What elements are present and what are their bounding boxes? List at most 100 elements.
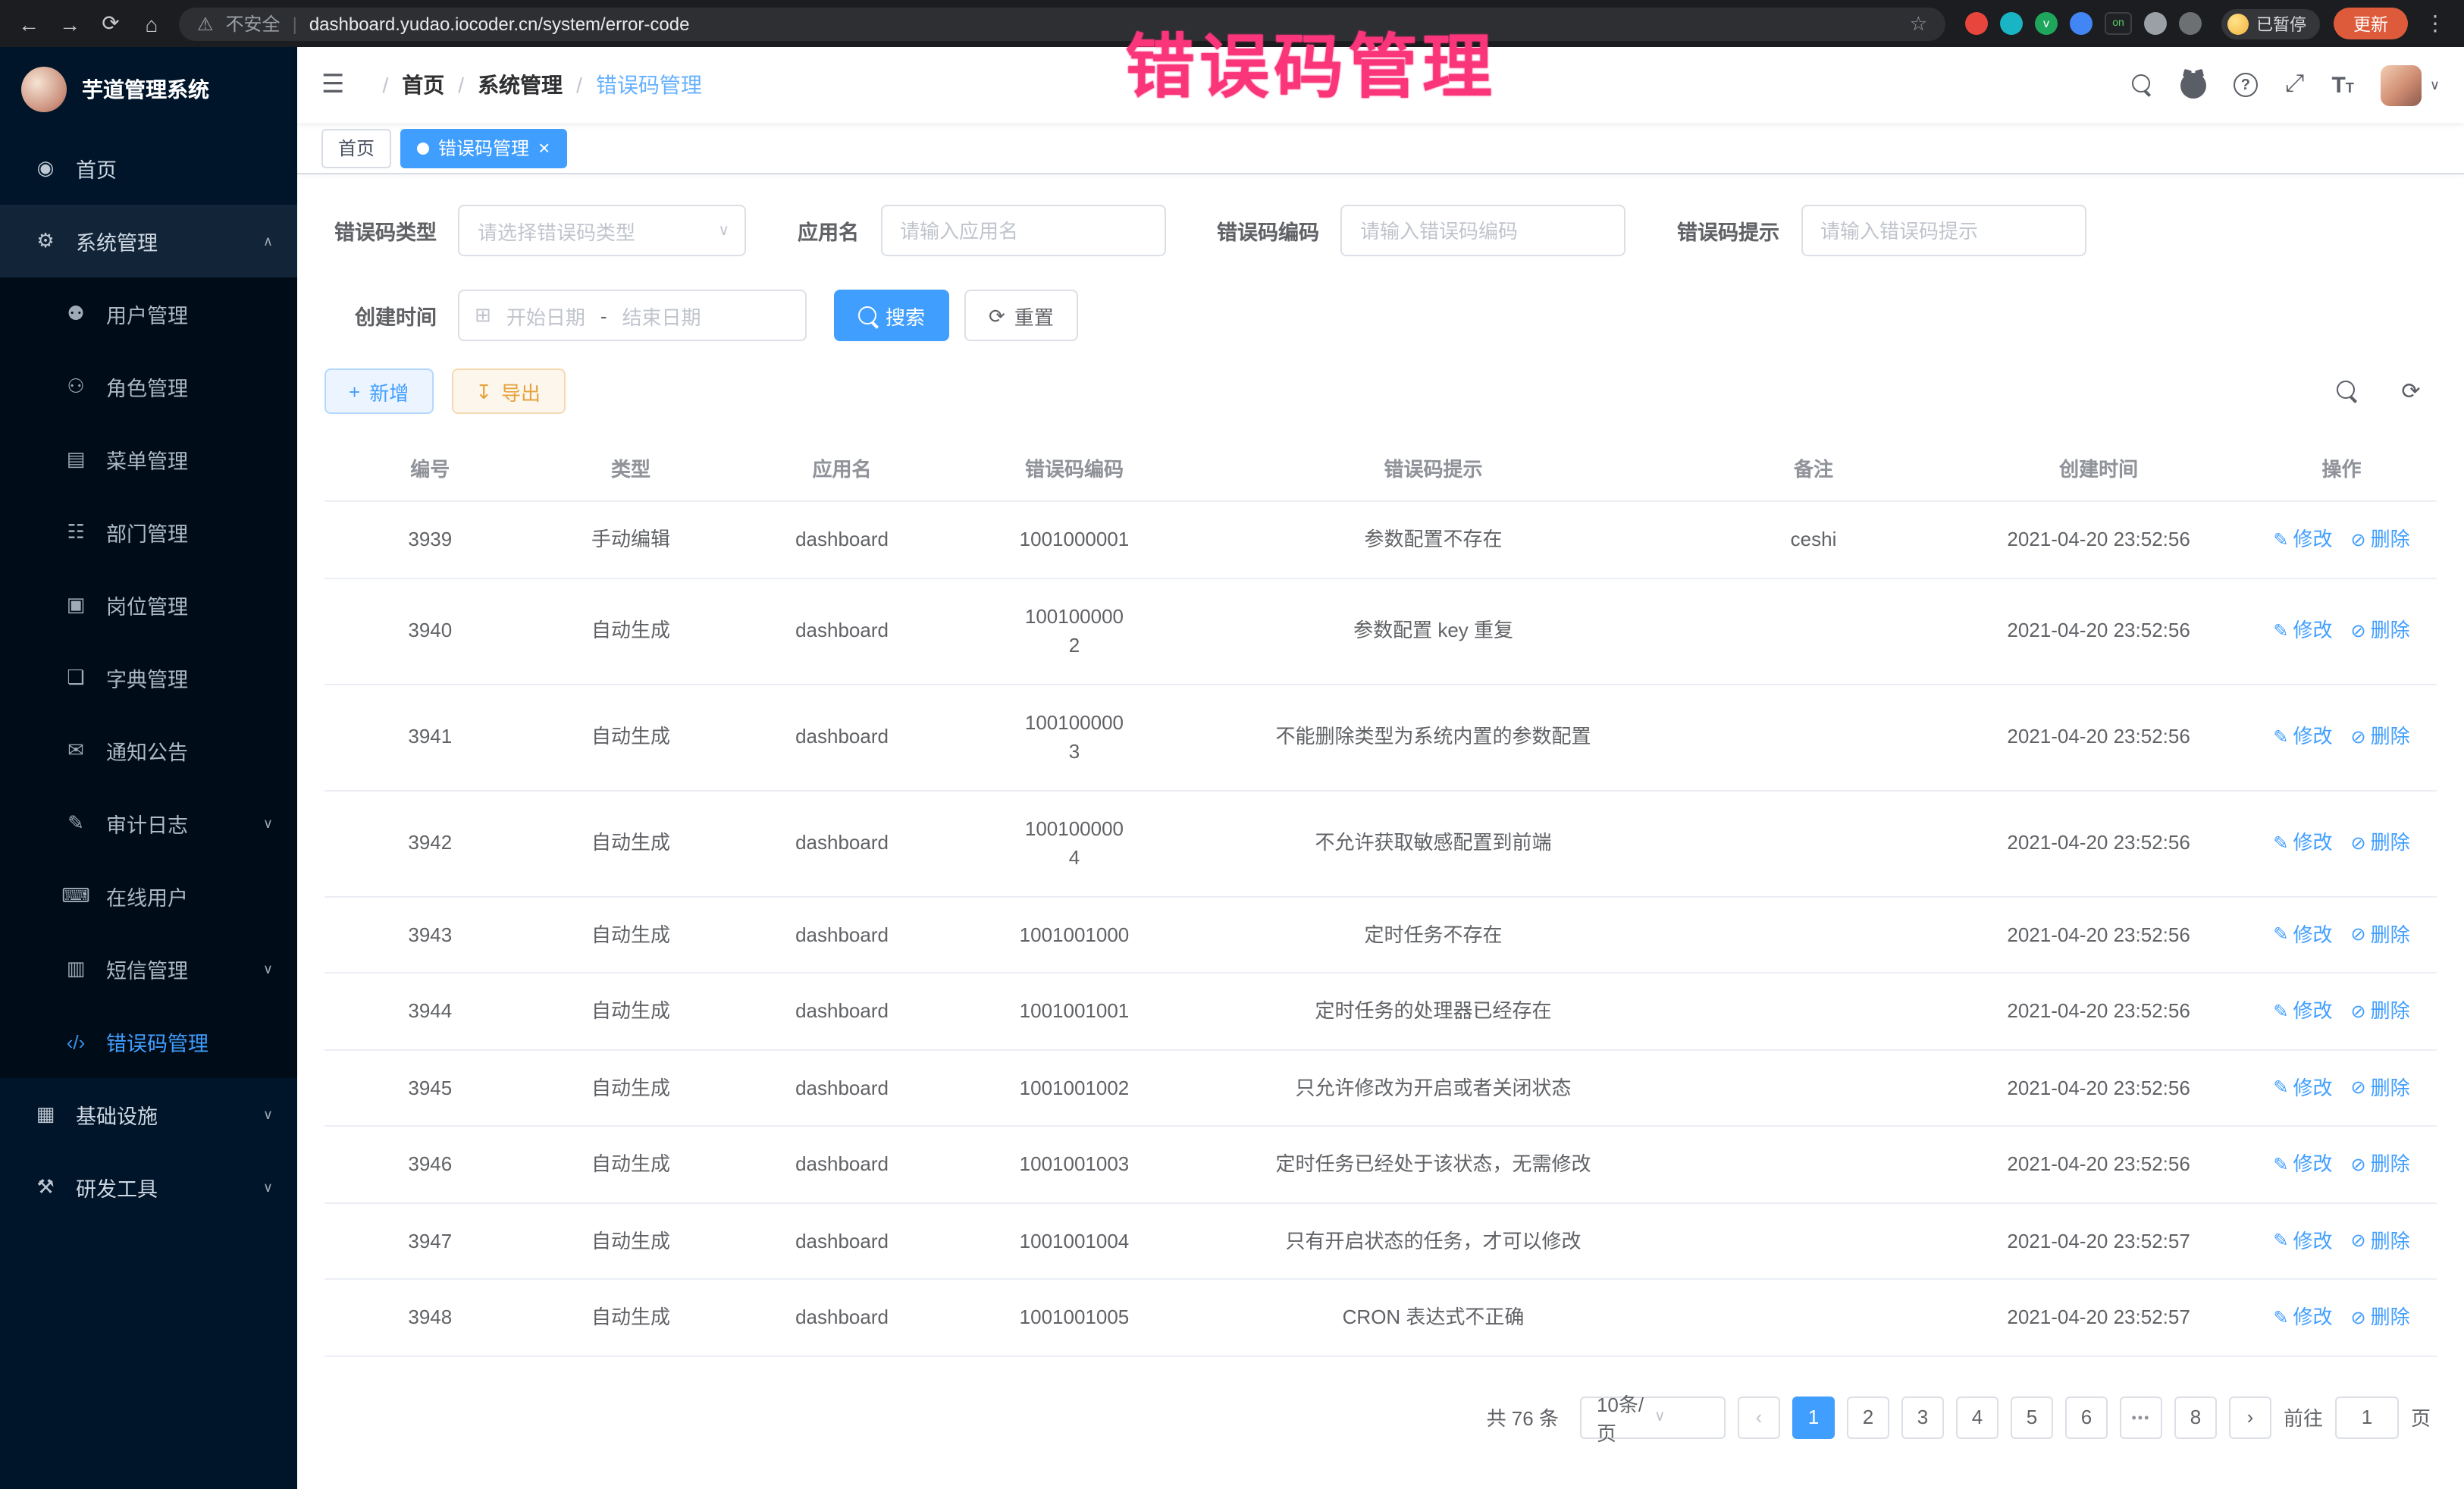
sidebar-item[interactable]: ⚇ 角色管理 (0, 350, 297, 423)
page-button[interactable]: 3 (1901, 1396, 1944, 1438)
edit-link[interactable]: ✎ 修改 (2273, 1073, 2332, 1102)
reload-icon[interactable]: ⟳ (97, 11, 124, 36)
url-text[interactable]: dashboard.yudao.iocoder.cn/system/error-… (309, 13, 690, 34)
delete-link[interactable]: ⊘ 删除 (2350, 1302, 2409, 1332)
col-time: 创建时间 (1951, 435, 2246, 500)
edit-link[interactable]: ✎ 修改 (2273, 723, 2332, 752)
cell-type: 自动生成 (536, 1203, 726, 1278)
page-button[interactable]: ••• (2120, 1396, 2162, 1438)
extension-paw-icon[interactable] (2179, 12, 2202, 35)
back-icon[interactable]: ← (15, 11, 42, 36)
delete-link[interactable]: ⊘ 删除 (2350, 996, 2409, 1026)
browser-menu-kebab-icon[interactable]: ⋮ (2422, 11, 2449, 36)
delete-link[interactable]: ⊘ 删除 (2350, 525, 2409, 554)
edit-link[interactable]: ✎ 修改 (2273, 1302, 2332, 1332)
refresh-table-icon[interactable]: ⟳ (2391, 371, 2431, 411)
home-icon[interactable]: ⌂ (138, 11, 165, 36)
extension-on-icon[interactable]: on (2105, 12, 2132, 35)
edit-link[interactable]: ✎ 修改 (2273, 1149, 2332, 1179)
goto-page-input[interactable] (2335, 1396, 2399, 1438)
app-logo[interactable]: 芋道管理系统 (0, 47, 297, 132)
page-list: 1 2 3 4 5 6 ••• (1792, 1396, 2217, 1438)
extension-green-icon[interactable]: v (2035, 12, 2058, 35)
breadcrumb-item[interactable]: 错误码管理 (563, 70, 702, 100)
delete-icon: ⊘ (2350, 617, 2365, 644)
edit-icon: ✎ (2273, 723, 2288, 751)
sidebar-item[interactable]: ⚒ 研发工具 ∨ (0, 1151, 297, 1224)
extension-red-icon[interactable] (1965, 12, 1988, 35)
error-type-select[interactable]: 请选择错误码类型 ∨ (458, 205, 746, 256)
reset-button[interactable]: ⟳ 重置 (964, 290, 1078, 341)
sidebar-item[interactable]: ▤ 菜单管理 (0, 423, 297, 496)
github-icon[interactable] (2180, 72, 2206, 98)
delete-link[interactable]: ⊘ 删除 (2350, 1226, 2409, 1255)
search-icon[interactable] (2132, 74, 2153, 96)
bookmark-star-icon[interactable]: ☆ (1910, 11, 1927, 36)
search-button[interactable]: 搜索 (834, 290, 949, 341)
reset-icon: ⟳ (989, 306, 1005, 325)
sidebar-item[interactable]: ▦ 基础设施 ∨ (0, 1078, 297, 1151)
tab[interactable]: 首页 × (321, 128, 391, 168)
edit-link[interactable]: ✎ 修改 (2273, 996, 2332, 1026)
sidebar-item[interactable]: ☷ 部门管理 (0, 496, 297, 569)
extension-teal-icon[interactable] (2000, 12, 2023, 35)
page-button[interactable]: 1 (1792, 1396, 1835, 1438)
font-size-icon[interactable]: TT (2331, 72, 2353, 98)
sidebar-item[interactable]: ⚉ 用户管理 (0, 277, 297, 350)
error-code-input[interactable] (1340, 205, 1625, 256)
forward-icon[interactable]: → (56, 11, 83, 36)
sidebar-item[interactable]: ▣ 岗位管理 (0, 569, 297, 641)
breadcrumb-item[interactable]: 系统管理 (444, 70, 563, 100)
sidebar-item-label: 角色管理 (106, 371, 188, 402)
sidebar-item[interactable]: ▥ 短信管理 ∨ (0, 933, 297, 1005)
fullscreen-icon[interactable]: ⤢ (2285, 71, 2305, 99)
sidebar-item[interactable]: ✉ 通知公告 (0, 714, 297, 787)
page-button[interactable]: 8 (2174, 1396, 2217, 1438)
help-icon[interactable]: ? (2234, 73, 2258, 97)
security-label[interactable]: 不安全 (226, 11, 281, 36)
delete-link[interactable]: ⊘ 删除 (2350, 920, 2409, 949)
add-button[interactable]: + 新增 (324, 368, 433, 414)
sidebar-item[interactable]: ◉ 首页 (0, 132, 297, 205)
breadcrumb-item[interactable]: 首页 (369, 70, 445, 100)
app-name-input[interactable] (880, 205, 1165, 256)
extension-puzzle-icon[interactable] (2144, 12, 2167, 35)
delete-link[interactable]: ⊘ 删除 (2350, 723, 2409, 752)
chrome-update-button[interactable]: 更新 (2334, 8, 2408, 39)
error-hint-input[interactable] (1801, 205, 2086, 256)
edit-link[interactable]: ✎ 修改 (2273, 525, 2332, 554)
sidebar-item[interactable]: ‹/› 错误码管理 (0, 1005, 297, 1078)
cell-time: 2021-04-20 23:52:56 (1951, 1050, 2246, 1125)
page-button[interactable]: 2 (1847, 1396, 1889, 1438)
sidebar-item[interactable]: ❏ 字典管理 (0, 641, 297, 714)
date-range-picker[interactable]: ⊞ 开始日期 - 结束日期 (458, 290, 807, 341)
delete-link[interactable]: ⊘ 删除 (2350, 616, 2409, 646)
avatar-caret-icon: ∨ (2430, 77, 2440, 93)
browser-profile-chip[interactable]: 已暂停 (2221, 8, 2320, 39)
page-button[interactable]: 6 (2065, 1396, 2108, 1438)
tab[interactable]: 错误码管理 × (400, 128, 566, 168)
tab-close-icon[interactable]: × (538, 138, 550, 158)
export-button[interactable]: ↧ 导出 (451, 368, 565, 414)
sidebar-item[interactable]: ⌨ 在线用户 (0, 860, 297, 933)
page-button[interactable]: 4 (1956, 1396, 1998, 1438)
delete-link[interactable]: ⊘ 删除 (2350, 1149, 2409, 1179)
next-page-button[interactable]: › (2229, 1396, 2271, 1438)
delete-link[interactable]: ⊘ 删除 (2350, 1073, 2409, 1102)
extension-blue-icon[interactable] (2070, 12, 2093, 35)
edit-icon: ✎ (2273, 1074, 2288, 1102)
edit-link[interactable]: ✎ 修改 (2273, 616, 2332, 646)
address-bar[interactable]: ⚠ 不安全 | dashboard.yudao.iocoder.cn/syste… (179, 7, 1945, 40)
page-size-select[interactable]: 10条/页 ∨ (1580, 1396, 1726, 1438)
prev-page-button[interactable]: ‹ (1738, 1396, 1780, 1438)
edit-link[interactable]: ✎ 修改 (2273, 1226, 2332, 1255)
sidebar-item[interactable]: ✎ 审计日志 ∨ (0, 787, 297, 860)
sidebar-item[interactable]: ⚙ 系统管理 ∧ (0, 205, 297, 277)
hamburger-icon[interactable]: ☰ (321, 70, 345, 100)
user-avatar[interactable]: ∨ (2381, 64, 2440, 105)
page-button[interactable]: 5 (2011, 1396, 2053, 1438)
edit-link[interactable]: ✎ 修改 (2273, 829, 2332, 858)
delete-link[interactable]: ⊘ 删除 (2350, 829, 2409, 858)
edit-link[interactable]: ✎ 修改 (2273, 920, 2332, 949)
toggle-search-icon[interactable] (2328, 371, 2367, 411)
